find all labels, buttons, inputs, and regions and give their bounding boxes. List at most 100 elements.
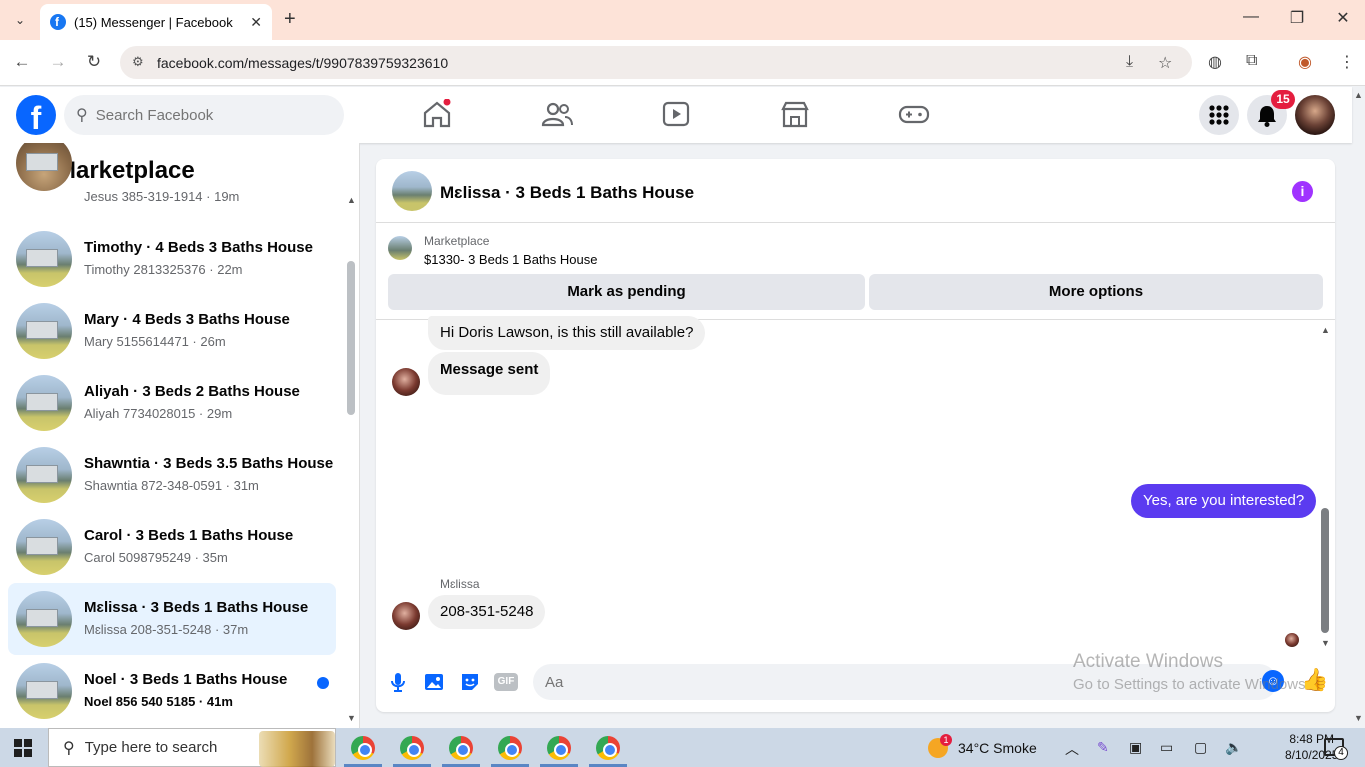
photo-icon[interactable] xyxy=(422,670,446,694)
install-app-icon[interactable]: ⤓ xyxy=(1126,53,1133,71)
conversation-subtitle: Timothy 2813325376 · 22m xyxy=(84,262,243,277)
chrome-app-icon[interactable] xyxy=(498,736,522,760)
conversation-title: Mɛlissa · 3 Beds 1 Baths House xyxy=(84,599,309,616)
conversation-item[interactable]: Mary · 4 Beds 3 Baths House Mary 5155614… xyxy=(8,295,336,367)
chrome-app-icon[interactable] xyxy=(351,736,375,760)
chat-scroll-down-arrow-icon[interactable]: ▼ xyxy=(1321,638,1330,648)
grid-menu-icon xyxy=(1209,105,1229,125)
sender-avatar xyxy=(392,602,420,630)
chrome-app-icon[interactable] xyxy=(596,736,620,760)
meet-now-icon[interactable]: ▣ xyxy=(1129,739,1142,756)
chrome-app-icon[interactable] xyxy=(547,736,571,760)
translate-globe-icon[interactable]: ◍ xyxy=(1208,52,1222,72)
close-window-icon[interactable]: ✕ xyxy=(1331,8,1355,28)
microphone-icon[interactable] xyxy=(386,670,410,694)
marketplace-icon[interactable] xyxy=(778,99,812,129)
pen-icon[interactable]: ✎ xyxy=(1097,739,1109,756)
message-bubble-received: Message sent xyxy=(428,352,551,395)
info-icon[interactable]: i xyxy=(1292,181,1313,202)
page-scroll-down-arrow-icon[interactable]: ▼ xyxy=(1354,713,1363,723)
conversation-item[interactable]: Noel · 3 Beds 1 Baths House Noel 856 540… xyxy=(8,655,336,727)
listing-price[interactable]: $1330- 3 Beds 1 Baths House xyxy=(424,252,597,267)
listing-thumbnail[interactable] xyxy=(388,236,412,260)
conversation-avatar xyxy=(16,143,72,191)
home-icon[interactable] xyxy=(420,99,454,129)
conversation-subtitle: Jesus 385-319-1914 · 19m xyxy=(84,189,240,204)
seen-indicator-avatar xyxy=(1285,633,1299,647)
browser-menu-icon[interactable]: ⋮ xyxy=(1339,52,1355,72)
profile-avatar[interactable] xyxy=(1295,95,1335,135)
sticker-icon[interactable] xyxy=(458,670,482,694)
taskbar-search-placeholder: Type here to search xyxy=(84,739,218,756)
conversation-item[interactable]: Aliyah · 3 Beds 2 Baths House Aliyah 773… xyxy=(8,367,336,439)
gaming-icon[interactable] xyxy=(897,99,931,129)
conversation-item[interactable]: Carol · 3 Beds 1 Baths House Carol 50987… xyxy=(8,511,336,583)
volume-icon[interactable]: 🔈 xyxy=(1225,739,1242,756)
conversation-item[interactable]: Timothy · 4 Beds 3 Baths House Timothy 2… xyxy=(8,223,336,295)
chat-avatar[interactable] xyxy=(392,171,432,211)
facebook-search-box[interactable]: ⚲ xyxy=(64,95,344,135)
menu-grid-button[interactable] xyxy=(1199,95,1239,135)
tab-search-chevron-icon[interactable]: ⌄ xyxy=(8,9,32,31)
conversation-item[interactable]: Shawntia · 3 Beds 3.5 Baths House Shawnt… xyxy=(8,439,336,511)
facebook-favicon-icon xyxy=(50,14,66,30)
conversation-item[interactable]: Jesus 385-319-1914 · 19m xyxy=(8,143,336,219)
reload-icon[interactable]: ↻ xyxy=(83,52,105,72)
address-bar[interactable]: ⚙ facebook.com/messages/t/99078397593236… xyxy=(120,46,1192,79)
url-text[interactable]: facebook.com/messages/t/9907839759323610 xyxy=(157,55,448,71)
notification-center-count: 4 xyxy=(1334,746,1348,760)
site-settings-icon[interactable]: ⚙ xyxy=(132,54,144,70)
thumbs-up-icon[interactable]: 👍 xyxy=(1301,667,1328,693)
forward-arrow-icon[interactable]: → xyxy=(47,52,69,72)
minimize-window-icon[interactable]: — xyxy=(1239,8,1263,26)
chat-scroll-up-arrow-icon[interactable]: ▲ xyxy=(1321,325,1330,335)
search-input[interactable] xyxy=(95,106,316,124)
tab-close-icon[interactable]: ✕ xyxy=(250,14,262,31)
video-icon[interactable] xyxy=(659,99,693,129)
page-scroll-up-arrow-icon[interactable]: ▲ xyxy=(1354,90,1363,100)
profile-icon[interactable]: ◉ xyxy=(1298,52,1312,72)
show-hidden-icons-chevron-icon[interactable]: ︿ xyxy=(1065,739,1079,759)
friends-icon[interactable] xyxy=(540,99,574,129)
facebook-header: f ⚲ Search Facebook 15 xyxy=(0,87,1352,143)
scroll-down-arrow-icon[interactable]: ▼ xyxy=(347,713,356,723)
marketplace-conversation-list: ← Marketplace Jesus 385-319-1914 · 19m T… xyxy=(0,143,360,728)
search-icon: ⚲ xyxy=(63,739,75,757)
browser-tab-messenger[interactable]: (15) Messenger | Facebook ✕ xyxy=(40,4,272,40)
gif-icon[interactable]: GIF xyxy=(494,673,518,691)
weather-text: 34°C Smoke xyxy=(958,740,1037,756)
browser-tab-bar: ⌄ (15) Messenger | Facebook ✕ + — ❐ ✕ xyxy=(0,0,1365,40)
extensions-puzzle-icon[interactable]: ⧉ xyxy=(1246,52,1257,70)
conversation-subtitle: Mary 5155614471 · 26m xyxy=(84,334,226,349)
conversation-avatar xyxy=(16,303,72,359)
conversation-avatar xyxy=(16,231,72,287)
listing-label: Marketplace xyxy=(424,234,490,248)
bookmark-star-icon[interactable]: ☆ xyxy=(1158,53,1172,73)
mark-as-pending-button[interactable]: Mark as pending xyxy=(388,274,865,310)
restore-window-icon[interactable]: ❐ xyxy=(1285,8,1309,28)
activate-windows-watermark-subtitle: Go to Settings to activate Windows. xyxy=(1073,676,1305,693)
windows-start-icon[interactable] xyxy=(14,739,32,757)
weather-widget[interactable]: 1 34°C Smoke xyxy=(928,734,1037,758)
network-icon[interactable]: ▢ xyxy=(1194,739,1207,756)
chrome-app-icon[interactable] xyxy=(449,736,473,760)
chrome-app-icon[interactable] xyxy=(400,736,424,760)
new-tab-button[interactable]: + xyxy=(284,8,296,31)
listing-banner: Marketplace $1330- 3 Beds 1 Baths House … xyxy=(376,224,1335,320)
conversation-list-scrollbar[interactable] xyxy=(347,261,355,415)
message-bubble-received: 208-351-5248 xyxy=(428,595,546,629)
taskbar-search-box[interactable]: ⚲ Type here to search xyxy=(48,728,336,767)
back-arrow-icon[interactable]: ← xyxy=(11,52,33,72)
search-icon: ⚲ xyxy=(76,107,88,124)
conversation-avatar xyxy=(16,519,72,575)
conversation-avatar xyxy=(16,447,72,503)
battery-icon[interactable]: ▭ xyxy=(1160,739,1173,756)
scroll-up-arrow-icon[interactable]: ▲ xyxy=(347,195,356,205)
conversation-subtitle: Aliyah 7734028015 · 29m xyxy=(84,406,233,421)
chat-scrollbar[interactable] xyxy=(1321,508,1329,633)
more-options-button[interactable]: More options xyxy=(869,274,1323,310)
conversation-avatar xyxy=(16,663,72,719)
facebook-logo-icon[interactable]: f xyxy=(16,95,56,136)
conversation-item-active[interactable]: Mɛlissa · 3 Beds 1 Baths House Mɛlissa 2… xyxy=(8,583,336,655)
chat-title[interactable]: Mɛlissa · 3 Beds 1 Baths House xyxy=(440,183,694,203)
